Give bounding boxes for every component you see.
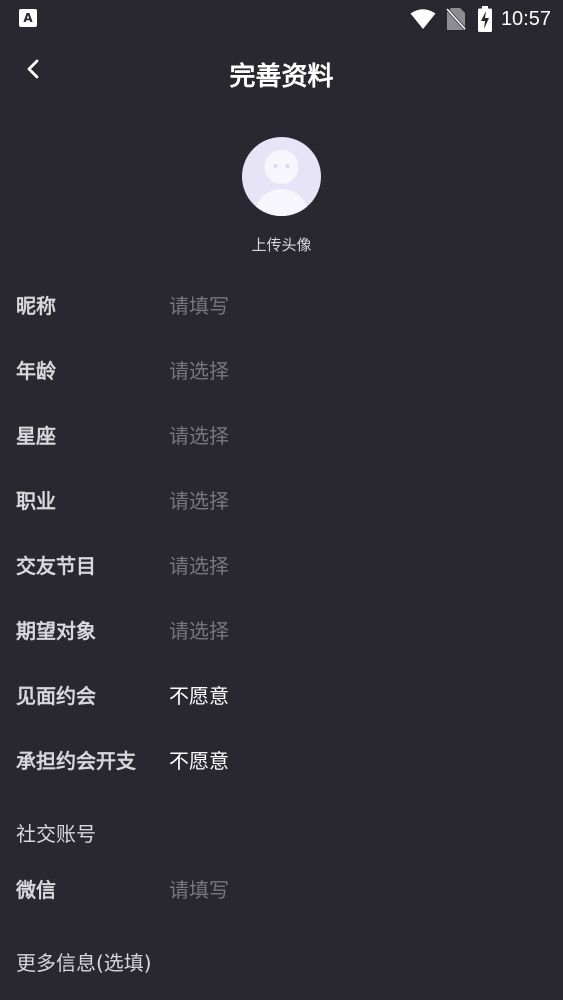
form-row-date-expenses[interactable]: 承担约会开支 不愿意 bbox=[0, 733, 563, 783]
form-row-constellation[interactable]: 星座 请选择 bbox=[0, 408, 563, 458]
age-select[interactable]: 请选择 bbox=[169, 355, 229, 384]
form-row-occupation[interactable]: 职业 请选择 bbox=[0, 473, 563, 523]
wechat-label: 微信 bbox=[16, 878, 56, 902]
meet-date-label: 见面约会 bbox=[16, 684, 96, 708]
form-row-age[interactable]: 年龄 请选择 bbox=[0, 343, 563, 393]
more-info-section-title: 更多信息(选填) bbox=[16, 951, 152, 975]
form-row-wechat[interactable]: 微信 请填写 bbox=[0, 862, 563, 912]
social-section-title: 社交账号 bbox=[16, 822, 96, 846]
occupation-select[interactable]: 请选择 bbox=[169, 485, 229, 514]
occupation-label: 职业 bbox=[16, 489, 56, 513]
expected-partner-label: 期望对象 bbox=[16, 619, 96, 643]
meet-date-select[interactable]: 不愿意 bbox=[169, 680, 229, 709]
form-row-meet-date[interactable]: 见面约会 不愿意 bbox=[0, 668, 563, 718]
date-expenses-select[interactable]: 不愿意 bbox=[169, 745, 229, 774]
no-sim-icon bbox=[445, 7, 466, 31]
battery-charging-icon bbox=[477, 6, 492, 32]
form-row-nickname[interactable]: 昵称 请填写 bbox=[0, 278, 563, 328]
app-notification-icon: A bbox=[19, 9, 37, 27]
nickname-input[interactable]: 请填写 bbox=[169, 290, 229, 319]
page-title: 完善资料 bbox=[229, 62, 334, 92]
avatar-caption: 上传头像 bbox=[251, 236, 312, 254]
wechat-input[interactable]: 请填写 bbox=[169, 874, 229, 903]
date-expenses-label: 承担约会开支 bbox=[16, 749, 136, 773]
form-row-dating-program[interactable]: 交友节目 请选择 bbox=[0, 538, 563, 588]
top-app-bar: 完善资料 bbox=[0, 46, 563, 102]
wifi-icon bbox=[410, 8, 436, 30]
avatar-upload-button[interactable] bbox=[242, 137, 321, 216]
status-bar: A 10:57 bbox=[0, 0, 563, 38]
status-icons: 10:57 bbox=[410, 5, 551, 33]
expected-partner-select[interactable]: 请选择 bbox=[169, 615, 229, 644]
constellation-select[interactable]: 请选择 bbox=[169, 420, 229, 449]
form-row-expected-partner[interactable]: 期望对象 请选择 bbox=[0, 603, 563, 653]
age-label: 年龄 bbox=[16, 359, 56, 383]
dating-program-label: 交友节目 bbox=[16, 554, 96, 578]
dating-program-select[interactable]: 请选择 bbox=[169, 550, 229, 579]
status-time: 10:57 bbox=[500, 7, 551, 30]
avatar-placeholder-icon bbox=[253, 150, 310, 216]
constellation-label: 星座 bbox=[16, 424, 56, 448]
nickname-label: 昵称 bbox=[16, 294, 56, 318]
